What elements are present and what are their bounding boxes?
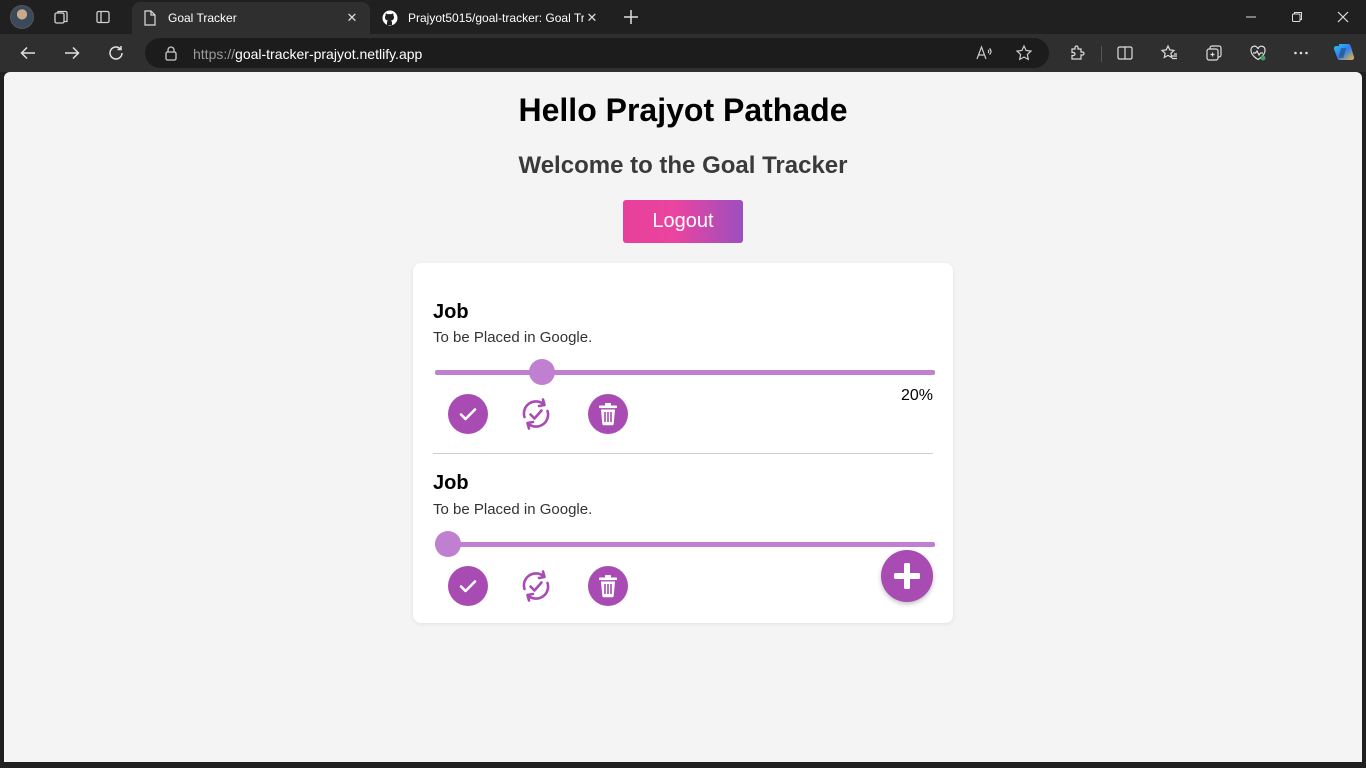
tab-goal-tracker[interactable]: Goal Tracker ✕ (132, 2, 370, 34)
github-icon (382, 10, 398, 26)
tab-title: Goal Tracker (168, 11, 237, 25)
tab-strip: Goal Tracker ✕ Prajyot5015/goal-tracker:… (0, 0, 1366, 34)
welcome-heading: Welcome to the Goal Tracker (518, 152, 848, 179)
goal-divider (433, 453, 933, 454)
more-options-icon[interactable] (1292, 44, 1310, 62)
forward-icon[interactable] (60, 41, 84, 65)
page-icon (142, 10, 158, 26)
address-bar[interactable]: https://goal-tracker-prajyot.netlify.app (145, 38, 1049, 68)
logout-button[interactable]: Logout (623, 200, 743, 243)
url-host: goal-tracker-prajyot.netlify.app (235, 46, 423, 62)
progress-slider[interactable] (435, 542, 935, 547)
goal-title: Job (433, 472, 469, 494)
tab-actions-icon[interactable] (94, 8, 112, 26)
page-viewport: Hello Prajyot Pathade Welcome to the Goa… (4, 72, 1362, 762)
close-tab-icon[interactable]: ✕ (584, 10, 600, 26)
refresh-check-icon (522, 570, 550, 602)
extensions-icon[interactable] (1068, 44, 1086, 62)
refresh-icon[interactable] (104, 41, 128, 65)
plus-icon (894, 563, 920, 589)
in-progress-button[interactable] (516, 394, 556, 434)
goal-description: To be Placed in Google. (433, 501, 593, 518)
goal-description: To be Placed in Google. (433, 329, 593, 346)
restore-icon[interactable] (1274, 0, 1320, 34)
delete-button[interactable] (588, 394, 628, 434)
close-window-icon[interactable] (1320, 0, 1366, 34)
goal-title: Job (433, 301, 469, 323)
browser-essentials-icon[interactable] (1249, 44, 1267, 62)
window-bottom-edge (0, 762, 1366, 768)
delete-button[interactable] (588, 566, 628, 606)
minimize-icon[interactable] (1228, 0, 1274, 34)
tab-github[interactable]: Prajyot5015/goal-tracker: Goal Tr ✕ (372, 2, 610, 34)
trash-icon (599, 403, 617, 426)
favorites-icon[interactable] (1160, 44, 1178, 62)
split-screen-icon[interactable] (1116, 44, 1134, 62)
new-tab-icon[interactable] (622, 8, 640, 26)
url-scheme: https:// (193, 46, 236, 62)
progress-slider-thumb[interactable] (529, 359, 555, 385)
trash-icon (599, 575, 617, 598)
browser-toolbar: https://goal-tracker-prajyot.netlify.app (0, 34, 1366, 72)
copilot-icon[interactable] (1332, 41, 1356, 65)
check-icon (459, 580, 477, 593)
check-icon (459, 408, 477, 421)
workspaces-icon[interactable] (52, 8, 70, 26)
read-aloud-icon[interactable] (975, 44, 993, 62)
greeting-heading: Hello Prajyot Pathade (518, 92, 848, 128)
refresh-check-icon (522, 398, 550, 430)
goals-card: Job To be Placed in Google. 20% Job To b… (413, 263, 953, 623)
toolbar-divider (1101, 46, 1102, 62)
progress-slider-thumb[interactable] (435, 531, 461, 557)
progress-slider[interactable] (435, 370, 935, 375)
collections-icon[interactable] (1205, 44, 1223, 62)
url-text[interactable]: https://goal-tracker-prajyot.netlify.app (193, 46, 422, 62)
profile-avatar[interactable] (10, 5, 34, 29)
in-progress-button[interactable] (516, 566, 556, 606)
tab-title: Prajyot5015/goal-tracker: Goal Tr (408, 11, 584, 25)
add-goal-button[interactable] (881, 550, 933, 602)
complete-button[interactable] (448, 566, 488, 606)
progress-percent: 20% (900, 387, 933, 404)
lock-icon[interactable] (163, 45, 179, 61)
favorite-star-icon[interactable] (1015, 44, 1033, 62)
close-tab-icon[interactable]: ✕ (344, 10, 360, 26)
back-icon[interactable] (16, 41, 40, 65)
complete-button[interactable] (448, 394, 488, 434)
